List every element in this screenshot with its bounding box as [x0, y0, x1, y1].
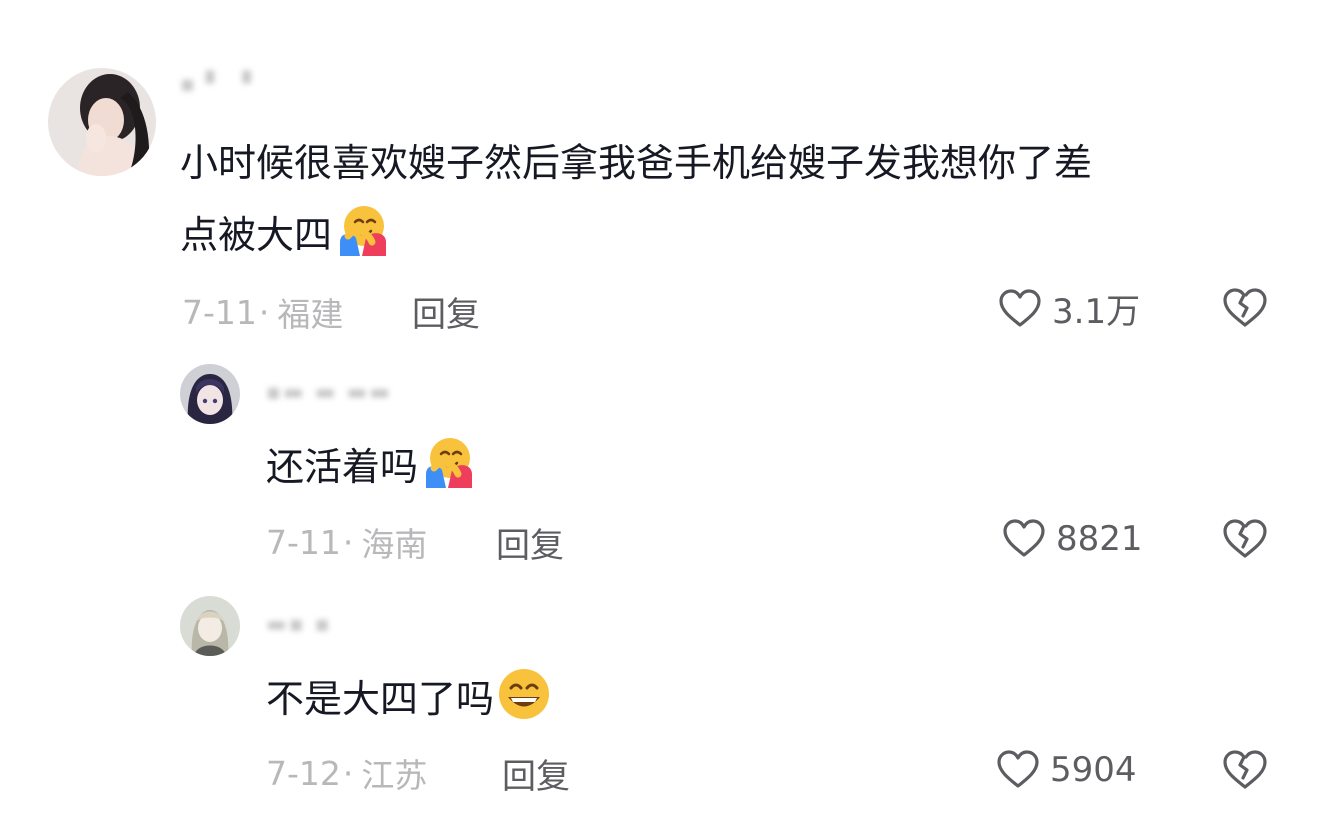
avatar[interactable]	[48, 68, 156, 176]
username[interactable]: ▬▪ ▪	[266, 612, 332, 637]
heart-icon	[1000, 515, 1048, 563]
meta-separator: ·	[342, 522, 354, 562]
comment-meta: 7-11 · 海南	[266, 518, 427, 566]
heart-icon	[996, 285, 1044, 333]
comment-text-line: 不是大四了吗	[266, 677, 495, 721]
comment-text-line: 小时候很喜欢嫂子然后拿我爸手机给嫂子发我想你了差	[180, 141, 1093, 185]
comment-date: 7-11	[266, 522, 341, 562]
like-count: 5904	[1050, 750, 1137, 790]
comment-date: 7-11	[182, 292, 257, 332]
comment-text-line: 点被大四	[180, 213, 333, 257]
comment-meta: 7-11 · 福建	[182, 288, 343, 336]
hugging-face-icon	[420, 434, 476, 490]
like-button[interactable]: 8821	[1000, 515, 1143, 563]
broken-heart-icon[interactable]	[1220, 514, 1270, 564]
comment-text-line: 还活着吗	[266, 445, 419, 489]
reply-button[interactable]: 回复	[502, 749, 570, 798]
broken-heart-icon[interactable]	[1220, 745, 1270, 795]
heart-icon	[994, 746, 1042, 794]
broken-heart-icon[interactable]	[1220, 283, 1270, 333]
like-button[interactable]: 5904	[994, 746, 1137, 794]
comment-location: 福建	[277, 295, 344, 334]
avatar[interactable]	[180, 596, 240, 656]
like-count: 3.1万	[1052, 292, 1141, 332]
comment-location: 江苏	[361, 756, 428, 795]
comment-text: 点被大四	[180, 200, 390, 270]
comment-date: 7-12	[266, 753, 341, 793]
meta-separator: ·	[258, 292, 270, 332]
comment-text: 小时候很喜欢嫂子然后拿我爸手机给嫂子发我想你了差	[180, 128, 1092, 198]
avatar[interactable]	[180, 364, 240, 424]
hugging-face-icon	[334, 202, 390, 258]
like-button[interactable]: 3.1万	[996, 284, 1140, 333]
comment-text: 不是大四了吗	[266, 664, 552, 734]
comment-text: 还活着吗	[266, 432, 476, 502]
reply-button[interactable]: 回复	[496, 518, 564, 567]
meta-separator: ·	[342, 753, 354, 793]
username[interactable]: ▪ ▘ ▝	[180, 72, 253, 97]
grinning-face-icon	[496, 666, 552, 722]
comment-meta: 7-12 · 江苏	[266, 749, 427, 797]
comment-location: 海南	[361, 525, 428, 564]
like-count: 8821	[1056, 519, 1143, 559]
username[interactable]: ▪▬ ▬ ▬▬	[266, 380, 392, 405]
reply-button[interactable]: 回复	[412, 287, 480, 336]
